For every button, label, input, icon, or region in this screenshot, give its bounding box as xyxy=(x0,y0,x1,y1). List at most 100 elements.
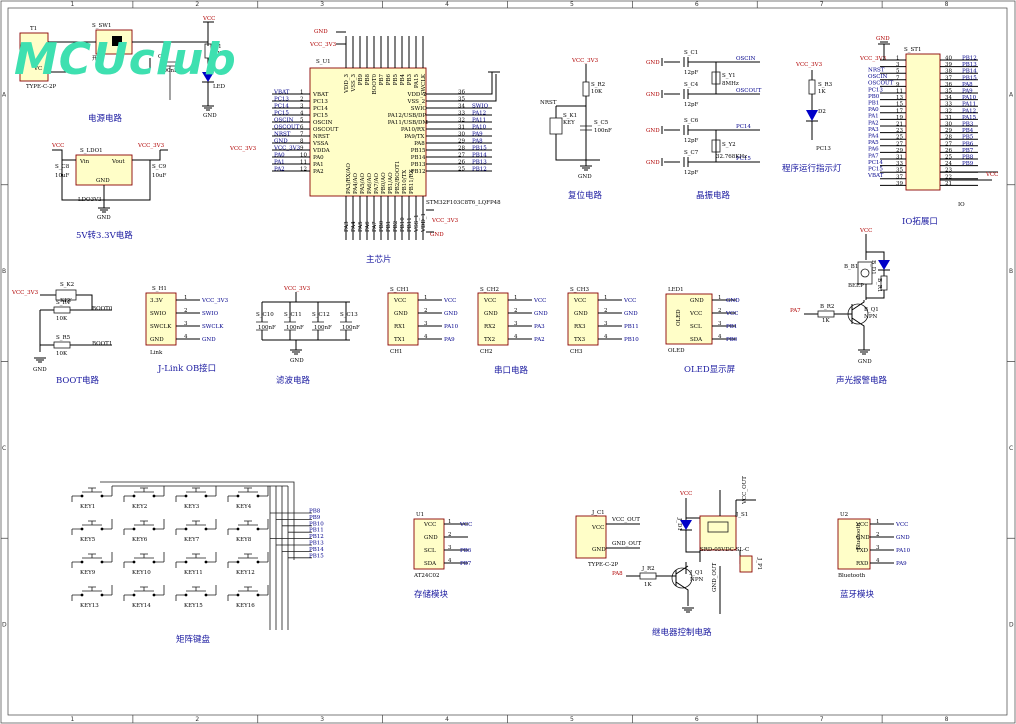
io-pin-num-left: 33 xyxy=(896,161,903,167)
relay-conn-ref: J_C1 xyxy=(591,510,605,516)
mcu-inner-bottom-label: PA6/AO xyxy=(367,173,373,194)
uart-pin-num: 2 xyxy=(514,308,518,314)
mcu-left-pin-label: VSSA xyxy=(312,141,329,147)
mcu-left-pin-label: PC13 xyxy=(313,99,328,105)
mcu-left-pin-label: OSCIN xyxy=(313,120,333,126)
xtal-gnd: GND xyxy=(646,92,660,98)
xtal-cap-ref: S_C4 xyxy=(684,82,699,88)
mcu-left-net: PA1 xyxy=(274,160,285,166)
uart-net: PB10 xyxy=(624,337,639,343)
uart-block: S_CH1 VCC 1 VCC GND 2 GND RX1 3 PA10 TX1 4 PA9 CH1 xyxy=(387,287,459,355)
keypad-net: PB13 xyxy=(309,541,324,547)
mcu-circuit: S_U1 STM32F103C8T6_LQFP48 GND VCC_3V3 VC… xyxy=(229,29,501,265)
jlink-pin-num: 1 xyxy=(184,295,188,301)
relay-s-ref: J_S1 xyxy=(735,512,748,518)
mcuclub-logo: MCUclub xyxy=(14,34,237,85)
keypad-key-label: KEY9 xyxy=(80,570,96,576)
relay-q-ref: J_Q1 xyxy=(689,570,703,576)
bt-net: PA10 xyxy=(896,548,911,554)
mcu-top-pin-label: PB5 xyxy=(393,74,399,86)
relay-pa8: PA8 xyxy=(612,571,623,577)
r5-ref: S_R5 xyxy=(56,335,71,341)
oled-pin-label: VCC xyxy=(689,311,702,317)
mcu-top-pin-label: BOOT0 xyxy=(372,74,378,95)
oled-pin-num: 1 xyxy=(718,295,722,301)
io-right-net: PA10 xyxy=(962,95,977,101)
uart-pin-num: 3 xyxy=(424,321,428,327)
zone-col-bottom: 3 xyxy=(320,716,324,723)
mcu-left-net: PC13 xyxy=(274,97,289,103)
caption-io: IO拓展口 xyxy=(902,216,938,227)
mcu-right-pin-label: PA8 xyxy=(414,141,425,147)
oled-body xyxy=(665,293,713,345)
ldo-circuit: VCC S_LDO1 Vin Vout GND VCC_3V3 S_C8 10u… xyxy=(51,143,168,241)
mcu-right-pin-num: 26 xyxy=(458,160,465,166)
mcu-left-pin-label: PC14 xyxy=(313,106,328,112)
uart-pin-num: 4 xyxy=(604,334,608,340)
alarm-led-ref: B_D1 xyxy=(870,260,876,275)
bt-net: GND xyxy=(896,535,910,541)
oled-pin-num: 4 xyxy=(718,334,722,340)
mcu-left-net: PA0 xyxy=(274,153,285,159)
storage-pin-num: 1 xyxy=(448,519,452,525)
mcu-inner-bottom-label: PA7/AO xyxy=(374,173,380,194)
xtal-net: OSCIN xyxy=(736,56,756,62)
uart-pin-label: RX2 xyxy=(484,324,496,330)
runled-v33: VCC_3V3 xyxy=(795,62,823,68)
switch-ref: S_SW1 xyxy=(92,23,111,29)
filter-cap-val: 100nF xyxy=(314,325,332,331)
mcu-left-net: VCC_3V3 xyxy=(273,146,301,152)
bt-pin-label: RXD xyxy=(856,561,869,567)
uart-pin-num: 2 xyxy=(424,308,428,314)
bt-pin-label: VCC xyxy=(855,522,868,528)
mcu-left-pin-label: NRST xyxy=(313,134,330,140)
caption-crystal: 晶振电路 xyxy=(696,190,731,201)
filter-cap-ref: S_C10 xyxy=(256,312,274,318)
mcu-inner-bottom-label: PA3/RX/AO xyxy=(346,163,352,194)
caption-oled: OLED显示屏 xyxy=(684,365,736,375)
reset-gnd: GND xyxy=(578,174,592,180)
uart-pin-num: 1 xyxy=(514,295,518,301)
boot-gnd: GND xyxy=(33,367,47,373)
mcu-right-pin-label: PB15 xyxy=(411,148,426,154)
keypad-key: KEY12 xyxy=(227,552,269,576)
io-pin-num-left: 7 xyxy=(896,75,900,81)
zone-col-top: 5 xyxy=(570,1,574,8)
r4-val: 10K xyxy=(56,316,68,322)
io-pin-num-left: 27 xyxy=(896,141,903,147)
mcu-left-net: OSCOUT xyxy=(274,125,300,131)
beep-ref: B_B1 xyxy=(844,264,858,270)
io-left-net: PA3 xyxy=(868,127,879,133)
io-left-net: PA4 xyxy=(868,134,879,140)
io-pin-num-right: 27 xyxy=(945,141,952,147)
uart-pin-label: GND xyxy=(394,311,408,317)
zone-row-right: A xyxy=(1009,91,1014,98)
mcu-right-pin-num: 35 xyxy=(458,97,465,103)
io-pin-num-left: 21 xyxy=(896,122,903,128)
mcu-bottom-pin-label: PB0 xyxy=(379,220,385,232)
xtal-net: PC14 xyxy=(736,124,751,130)
io-pin-num-left: 5 xyxy=(896,69,900,75)
xtal-cap-val: 12pF xyxy=(684,70,699,76)
uart-net: PA3 xyxy=(534,324,545,330)
uart-pin-label: VCC xyxy=(483,298,496,304)
io-left-net: PA7 xyxy=(868,153,879,159)
storage-net: PB7 xyxy=(460,561,472,567)
io-pin-num-right: 23 xyxy=(945,168,952,174)
y1-ref: S_Y1 xyxy=(722,73,736,79)
filter-gnd: GND xyxy=(290,358,304,364)
relay-terminal xyxy=(739,555,753,573)
io-left-net: PC15 xyxy=(868,167,883,173)
alarm-r2-val: 1K xyxy=(822,318,830,324)
jlink-net: SWIO xyxy=(202,311,219,317)
mcu-top-pin-label: PB4 xyxy=(400,74,406,86)
mcu-inner-bottom-label: PB0/AO xyxy=(381,172,387,194)
alarm-vcc: VCC xyxy=(859,228,872,234)
r5 xyxy=(53,341,71,349)
jlink-pin-num: 3 xyxy=(184,321,188,327)
io-left-net: PA0 xyxy=(868,107,879,113)
io-pin-num-right: 31 xyxy=(945,115,952,121)
zone-row-right: C xyxy=(1009,445,1013,452)
jlink-pin-num: 4 xyxy=(184,334,188,340)
reset-key xyxy=(549,117,563,135)
